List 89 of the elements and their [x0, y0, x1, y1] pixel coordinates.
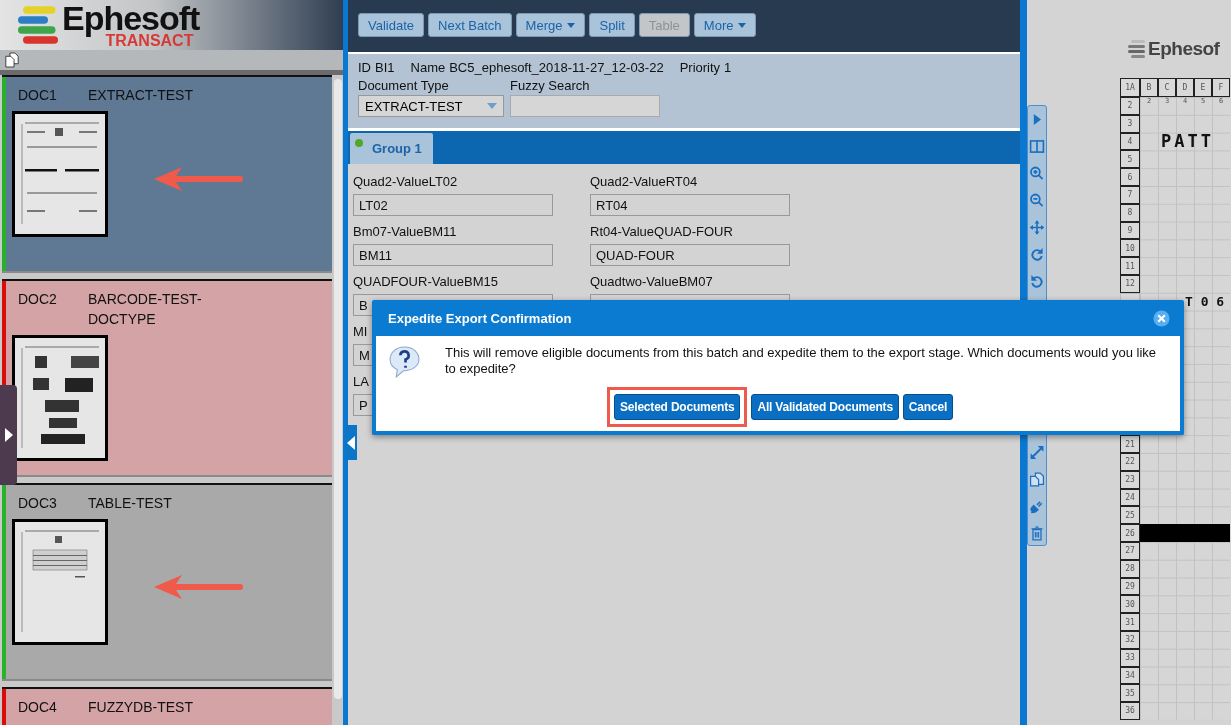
document-type: BARCODE-TEST-DOCTYPE	[88, 290, 203, 329]
page-thumbnail[interactable]	[12, 519, 108, 645]
toolbar-button[interactable]: Split	[589, 13, 635, 37]
field-label: LA	[353, 374, 370, 390]
row-number: 6	[1120, 168, 1140, 186]
field-label: Quad2-ValueLT02	[353, 174, 459, 190]
column-header: E	[1194, 78, 1212, 97]
document-text: PATT	[1160, 132, 1215, 151]
row-number: 25	[1120, 506, 1140, 525]
document-id: DOC4	[17, 698, 58, 717]
row-number: 10	[1120, 239, 1140, 258]
dialog-button[interactable]: Cancel	[902, 394, 953, 420]
zoom-out-icon[interactable]	[1029, 192, 1045, 209]
document-type-select[interactable]: EXTRACT-TEST	[358, 95, 504, 117]
logo-icon	[18, 6, 58, 44]
row-number: 11	[1120, 257, 1140, 275]
row-number: 21	[1120, 435, 1140, 453]
dialog-title: Expedite Export Confirmation	[388, 310, 572, 326]
row-number: 36	[1120, 702, 1140, 720]
column-header: B	[1140, 78, 1158, 97]
field-label: Rt04-ValueQUAD-FOUR	[590, 224, 734, 240]
column-header: C	[1158, 78, 1176, 97]
info-label: ID	[358, 60, 371, 75]
info-value: 1	[724, 60, 732, 75]
field-label: MI	[353, 324, 369, 340]
field-label: Document Type	[358, 78, 450, 94]
question-icon	[388, 345, 421, 378]
toolbar-button[interactable]: Validate	[358, 13, 424, 37]
caret-icon	[487, 103, 497, 109]
redo-icon[interactable]	[1029, 246, 1045, 263]
toolbar-button[interactable]: Merge	[515, 13, 586, 37]
expand-icon[interactable]	[1029, 444, 1045, 461]
input-field[interactable]: RT04	[590, 194, 790, 216]
field-label: Quadtwo-ValueBM07	[590, 274, 714, 290]
row-number: 5	[1120, 150, 1140, 169]
document-id: DOC3	[17, 494, 58, 513]
columns-icon[interactable]	[1029, 138, 1045, 155]
input-field[interactable]: BM11	[353, 244, 553, 266]
dialog-button[interactable]: Selected Documents	[614, 394, 741, 420]
zoom-in-icon[interactable]	[1029, 165, 1045, 182]
document-type: TABLE-TEST	[88, 494, 173, 513]
info-label: Priority	[679, 60, 721, 75]
info-value: BI1	[375, 60, 395, 75]
expand-handle[interactable]	[0, 385, 17, 485]
document-id: DOC2	[17, 290, 58, 309]
tab-label: Group 1	[372, 141, 422, 156]
copy-icon[interactable]	[5, 52, 19, 68]
plug-icon[interactable]	[1029, 498, 1045, 515]
document-id: DOC1	[17, 86, 58, 105]
info-label: Name	[410, 60, 446, 75]
row-number: 30	[1120, 595, 1140, 614]
toolbar-button[interactable]: Next Batch	[428, 13, 512, 37]
row-number: 2	[1120, 97, 1140, 115]
logo-icon	[1128, 40, 1145, 58]
document-type: EXTRACT-TEST	[88, 86, 194, 105]
field-label: Fuzzy Search	[510, 78, 591, 94]
toolbar-button[interactable]: More	[693, 13, 757, 37]
document-card[interactable]: DOC4 FUZZYDB-TEST	[2, 687, 332, 725]
document-card[interactable]: DOC2 BARCODE-TEST-DOCTYPE	[2, 279, 332, 477]
copy-icon[interactable]	[1029, 471, 1045, 488]
info-value: BC5_ephesoft_2018-11-27_12-03-22	[449, 60, 664, 75]
tab[interactable]: Group 1	[350, 133, 433, 164]
row-number: 31	[1120, 613, 1140, 631]
row-number: 35	[1120, 684, 1140, 703]
dialog-button[interactable]: All Validated Documents	[751, 394, 899, 420]
dialog-message: This will remove eligible documents from this batch and expedite them to the export stage. Which documents would you like to expedite?	[445, 345, 1158, 378]
document-text: T 0 6	[1184, 292, 1226, 311]
field-label: Bm07-ValueBM11	[353, 224, 458, 240]
document-card[interactable]: DOC3 TABLE-TEST	[2, 483, 332, 681]
field-label: Quad2-ValueRT04	[590, 174, 699, 190]
column-header: D	[1176, 78, 1194, 97]
input-field[interactable]: QUAD-FOUR	[590, 244, 790, 266]
close-icon[interactable]	[1153, 309, 1170, 327]
column-header: 1A	[1120, 78, 1140, 97]
move-icon[interactable]	[1029, 219, 1045, 236]
input-field[interactable]: LT02	[353, 194, 553, 216]
field-label: QUADFOUR-ValueBM15	[353, 274, 499, 290]
document-card[interactable]: DOC1 EXTRACT-TEST	[2, 75, 332, 273]
search-field[interactable]	[510, 95, 660, 117]
page-thumbnail[interactable]	[12, 111, 108, 237]
logo-name: Ephesof	[1148, 38, 1220, 60]
page-thumbnail[interactable]	[12, 335, 108, 461]
trash-icon[interactable]	[1029, 525, 1045, 542]
collapse-handle[interactable]	[345, 425, 357, 460]
row-number: 26	[1120, 524, 1140, 542]
column-header: F	[1212, 78, 1230, 97]
undo-icon[interactable]	[1029, 273, 1045, 290]
document-type: FUZZYDB-TEST	[88, 698, 194, 717]
scrollbar-thumb[interactable]	[333, 79, 342, 699]
